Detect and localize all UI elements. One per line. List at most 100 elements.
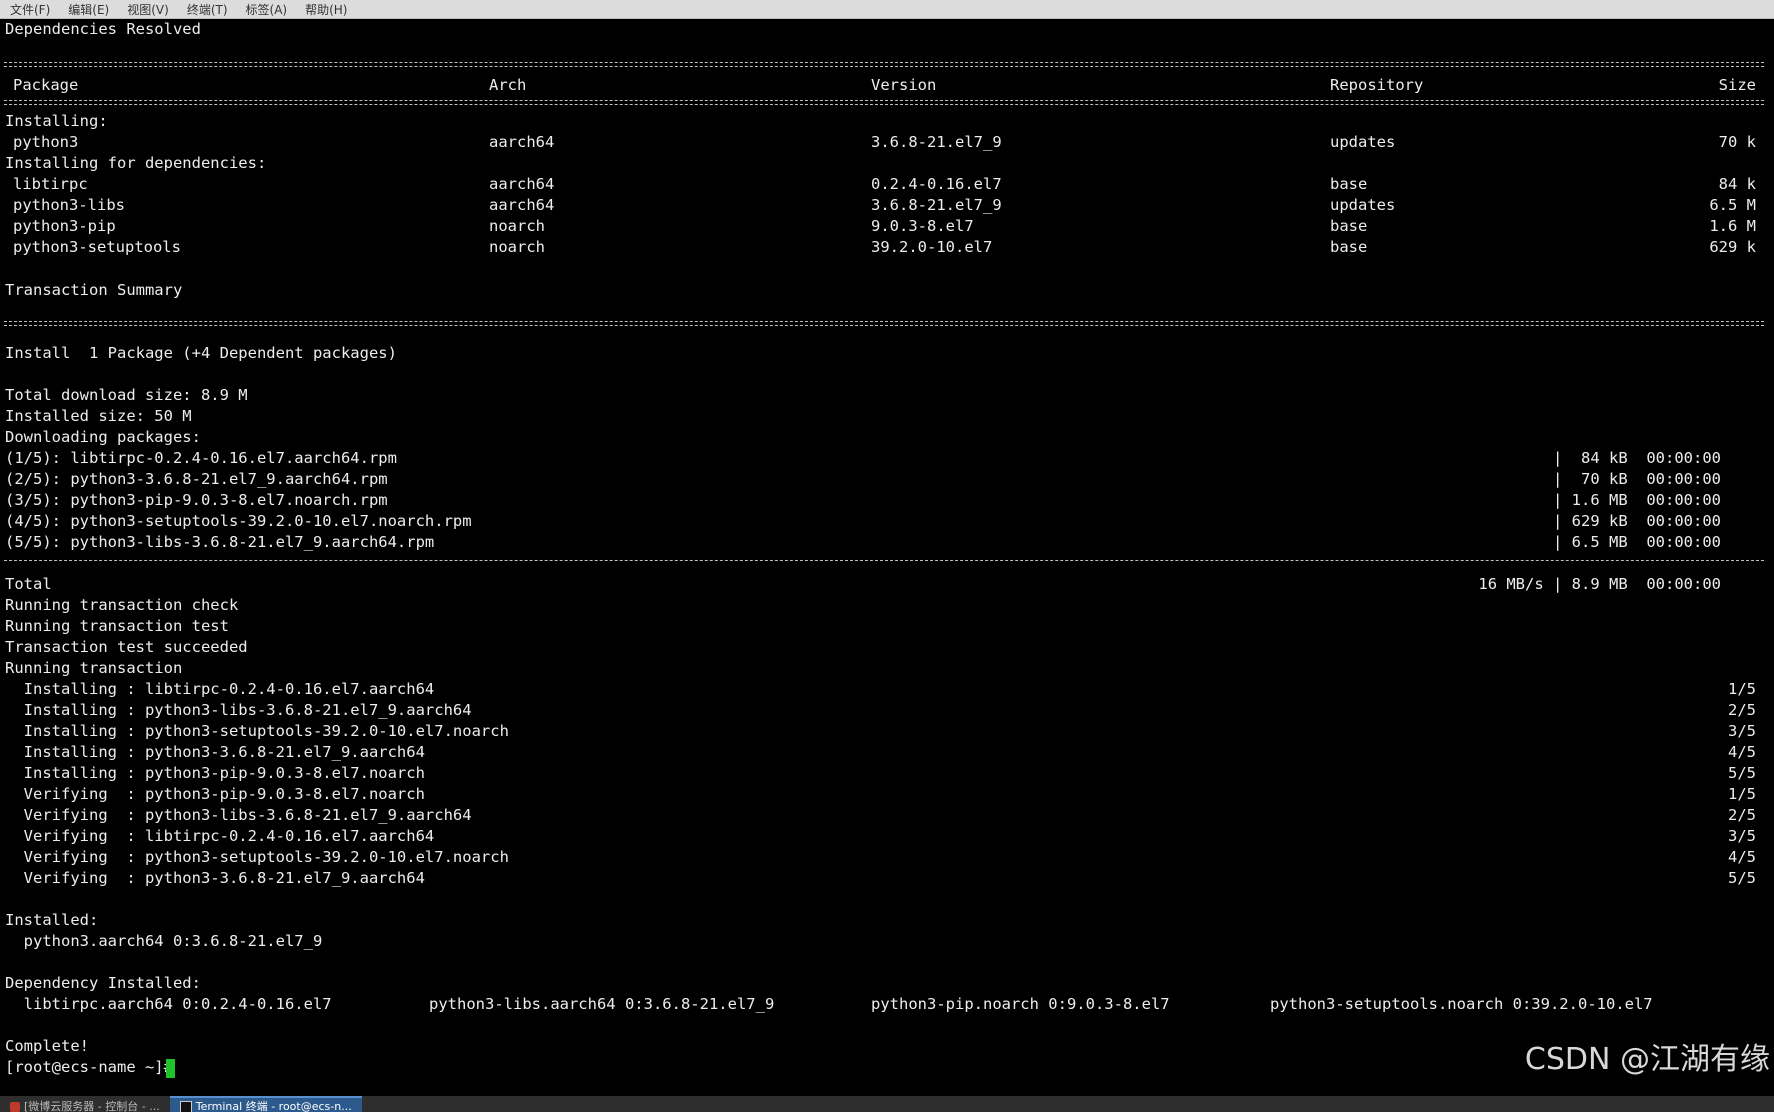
step-count: 2/5: [1728, 806, 1756, 824]
download-stats: | 84 kB 00:00:00: [1553, 449, 1721, 467]
step-line: Installing : python3-3.6.8-21.el7_9.aarc…: [5, 743, 425, 761]
separator-double: [4, 62, 1764, 67]
terminal-output[interactable]: Dependencies Resolved Package Arch Versi…: [0, 19, 1774, 1096]
menu-view[interactable]: 视图(V): [117, 1, 177, 18]
download-line: (2/5): python3-3.6.8-21.el7_9.aarch64.rp…: [5, 470, 388, 488]
step-count: 5/5: [1728, 764, 1756, 782]
deps-resolved-line: Dependencies Resolved: [5, 20, 201, 38]
step-count: 5/5: [1728, 869, 1756, 887]
installing-label: Installing:: [5, 112, 108, 130]
menu-file[interactable]: 文件(F): [0, 1, 58, 18]
row-arch: noarch: [489, 217, 545, 235]
total-download-line: Total download size: 8.9 M: [5, 386, 248, 404]
taskbar-item-terminal[interactable]: Terminal 终端 - root@ecs-n...: [169, 1096, 362, 1112]
taskbar-item-label: Terminal 终端 - root@ecs-n...: [195, 1100, 352, 1112]
step-count: 3/5: [1728, 722, 1756, 740]
download-stats: | 1.6 MB 00:00:00: [1553, 491, 1721, 509]
row-arch: noarch: [489, 238, 545, 256]
separator-double: [4, 100, 1764, 105]
step-line: Verifying : python3-3.6.8-21.el7_9.aarch…: [5, 869, 425, 887]
row-version: 9.0.3-8.el7: [871, 217, 974, 235]
menu-help[interactable]: 帮助(H): [295, 1, 355, 18]
step-count: 3/5: [1728, 827, 1756, 845]
running-check-line: Running transaction check: [5, 596, 239, 614]
complete-line: Complete!: [5, 1037, 89, 1055]
csdn-watermark: CSDN @江湖有缘: [1524, 1042, 1770, 1077]
dependency-installed-item: libtirpc.aarch64 0:0.2.4-0.16.el7: [5, 995, 332, 1013]
total-stats: 16 MB/s | 8.9 MB 00:00:00: [1478, 575, 1721, 593]
taskbar: [微博云服务器 - 控制台 - ... Terminal 终端 - root@e…: [0, 1096, 1774, 1112]
header-arch: Arch: [489, 76, 527, 94]
dependency-installed-item: python3-pip.noarch 0:9.0.3-8.el7: [871, 995, 1170, 1013]
row-arch: aarch64: [489, 196, 555, 214]
row-version: 3.6.8-21.el7_9: [871, 133, 1002, 151]
browser-icon: [10, 1102, 20, 1112]
deps-label: Installing for dependencies:: [5, 154, 267, 172]
installed-size-line: Installed size: 50 M: [5, 407, 192, 425]
row-package: python3: [13, 133, 79, 151]
install-summary-line: Install 1 Package (+4 Dependent packages…: [5, 344, 397, 362]
row-size: 1.6 M: [1709, 217, 1756, 235]
text-cursor: [166, 1059, 175, 1078]
shell-prompt: [root@ecs-name ~]#: [5, 1058, 183, 1076]
step-count: 1/5: [1728, 785, 1756, 803]
row-size: 84 k: [1718, 175, 1756, 193]
step-line: Installing : python3-libs-3.6.8-21.el7_9…: [5, 701, 472, 719]
download-stats: | 6.5 MB 00:00:00: [1553, 533, 1721, 551]
total-label: Total: [5, 575, 52, 593]
installed-package: python3.aarch64 0:3.6.8-21.el7_9: [5, 932, 323, 950]
step-line: Installing : python3-setuptools-39.2.0-1…: [5, 722, 509, 740]
row-repository: base: [1330, 238, 1368, 256]
step-count: 4/5: [1728, 848, 1756, 866]
row-version: 3.6.8-21.el7_9: [871, 196, 1002, 214]
row-package: libtirpc: [13, 175, 88, 193]
menu-edit[interactable]: 编辑(E): [58, 1, 117, 18]
step-count: 2/5: [1728, 701, 1756, 719]
separator-double: [4, 321, 1764, 326]
download-line: (3/5): python3-pip-9.0.3-8.el7.noarch.rp…: [5, 491, 388, 509]
menu-terminal[interactable]: 终端(T): [177, 1, 236, 18]
header-version: Version: [871, 76, 937, 94]
step-line: Verifying : python3-libs-3.6.8-21.el7_9.…: [5, 806, 472, 824]
download-stats: | 629 kB 00:00:00: [1553, 512, 1721, 530]
menu-tabs[interactable]: 标签(A): [236, 1, 296, 18]
dependency-installed-item: python3-setuptools.noarch 0:39.2.0-10.el…: [1270, 995, 1653, 1013]
downloading-label: Downloading packages:: [5, 428, 201, 446]
row-package: python3-pip: [13, 217, 116, 235]
row-size: 70 k: [1718, 133, 1756, 151]
step-line: Verifying : python3-setuptools-39.2.0-10…: [5, 848, 509, 866]
download-line: (5/5): python3-libs-3.6.8-21.el7_9.aarch…: [5, 533, 435, 551]
row-package: python3-libs: [13, 196, 125, 214]
header-package: Package: [13, 76, 79, 94]
row-repository: base: [1330, 217, 1368, 235]
running-transaction-line: Running transaction: [5, 659, 183, 677]
step-line: Installing : python3-pip-9.0.3-8.el7.noa…: [5, 764, 425, 782]
row-arch: aarch64: [489, 133, 555, 151]
step-line: Verifying : python3-pip-9.0.3-8.el7.noar…: [5, 785, 425, 803]
row-repository: base: [1330, 175, 1368, 193]
row-package: python3-setuptools: [13, 238, 181, 256]
row-version: 39.2.0-10.el7: [871, 238, 993, 256]
row-size: 629 k: [1709, 238, 1756, 256]
step-line: Verifying : libtirpc-0.2.4-0.16.el7.aarc…: [5, 827, 435, 845]
download-stats: | 70 kB 00:00:00: [1553, 470, 1721, 488]
header-repository: Repository: [1330, 76, 1424, 94]
taskbar-item-label: [微博云服务器 - 控制台 - ...: [24, 1100, 160, 1112]
download-line: (4/5): python3-setuptools-39.2.0-10.el7.…: [5, 512, 472, 530]
row-arch: aarch64: [489, 175, 555, 193]
taskbar-item-console[interactable]: [微博云服务器 - 控制台 - ...: [0, 1098, 170, 1112]
terminal-icon: [179, 1101, 192, 1112]
separator-single: [4, 560, 1764, 561]
row-repository: updates: [1330, 196, 1396, 214]
step-count: 4/5: [1728, 743, 1756, 761]
download-line: (1/5): libtirpc-0.2.4-0.16.el7.aarch64.r…: [5, 449, 397, 467]
running-test-line: Running transaction test: [5, 617, 229, 635]
row-size: 6.5 M: [1709, 196, 1756, 214]
step-line: Installing : libtirpc-0.2.4-0.16.el7.aar…: [5, 680, 435, 698]
step-count: 1/5: [1728, 680, 1756, 698]
transaction-summary: Transaction Summary: [5, 281, 183, 299]
row-version: 0.2.4-0.16.el7: [871, 175, 1002, 193]
row-repository: updates: [1330, 133, 1396, 151]
dependency-installed-item: python3-libs.aarch64 0:3.6.8-21.el7_9: [429, 995, 775, 1013]
dependency-installed-label: Dependency Installed:: [5, 974, 201, 992]
